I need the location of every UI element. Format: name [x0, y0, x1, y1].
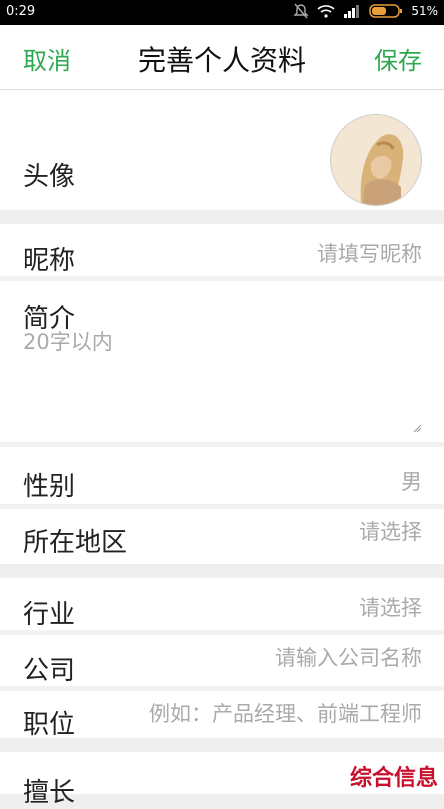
- row-divider: [0, 276, 444, 281]
- save-button[interactable]: 保存: [374, 41, 422, 76]
- section-divider: [0, 210, 444, 224]
- row-divider: [0, 504, 444, 509]
- work-section: 行业 请选择 公司 请输入公司名称 职位 例如：产品经理、前端工程师: [0, 578, 444, 740]
- region-label: 所在地区: [23, 528, 128, 558]
- textarea-resize-icon[interactable]: [412, 418, 422, 437]
- battery-icon: [369, 3, 403, 19]
- industry-select[interactable]: 请选择: [359, 592, 422, 622]
- row-divider: [0, 630, 444, 635]
- status-time: 0:29: [6, 4, 36, 19]
- status-icons: 51%: [293, 3, 438, 19]
- gender-select[interactable]: 男: [401, 466, 422, 496]
- alarm-off-icon: [293, 3, 310, 19]
- avatar-label: 头像: [23, 162, 76, 192]
- battery-percent: 51%: [411, 4, 438, 18]
- row-divider: [0, 686, 444, 691]
- industry-label: 行业: [23, 600, 76, 630]
- watermark-logo: 综合信息: [349, 766, 438, 791]
- signal-icon: [343, 4, 361, 18]
- specialty-label: 擅长: [23, 778, 76, 808]
- nickname-label: 昵称: [23, 246, 76, 276]
- company-label: 公司: [23, 656, 76, 686]
- position-input[interactable]: 例如：产品经理、前端工程师: [149, 698, 422, 728]
- section-divider: [0, 564, 444, 578]
- company-input[interactable]: 请输入公司名称: [275, 642, 422, 672]
- header-bar: 取消 完善个人资料 保存: [0, 25, 444, 90]
- region-select[interactable]: 请选择: [359, 516, 422, 546]
- wifi-icon: [317, 4, 335, 18]
- nickname-input[interactable]: 请填写昵称: [317, 238, 422, 268]
- row-divider: [0, 442, 444, 447]
- profile-section: 昵称 请填写昵称 简介 20字以内 性别 男 所在地区 请选择: [0, 224, 444, 564]
- section-divider: [0, 738, 444, 752]
- intro-textarea[interactable]: 20字以内: [23, 326, 113, 356]
- gender-label: 性别: [23, 472, 76, 502]
- position-label: 职位: [23, 710, 76, 740]
- avatar[interactable]: [330, 114, 422, 206]
- status-bar: 0:29 51%: [0, 0, 444, 25]
